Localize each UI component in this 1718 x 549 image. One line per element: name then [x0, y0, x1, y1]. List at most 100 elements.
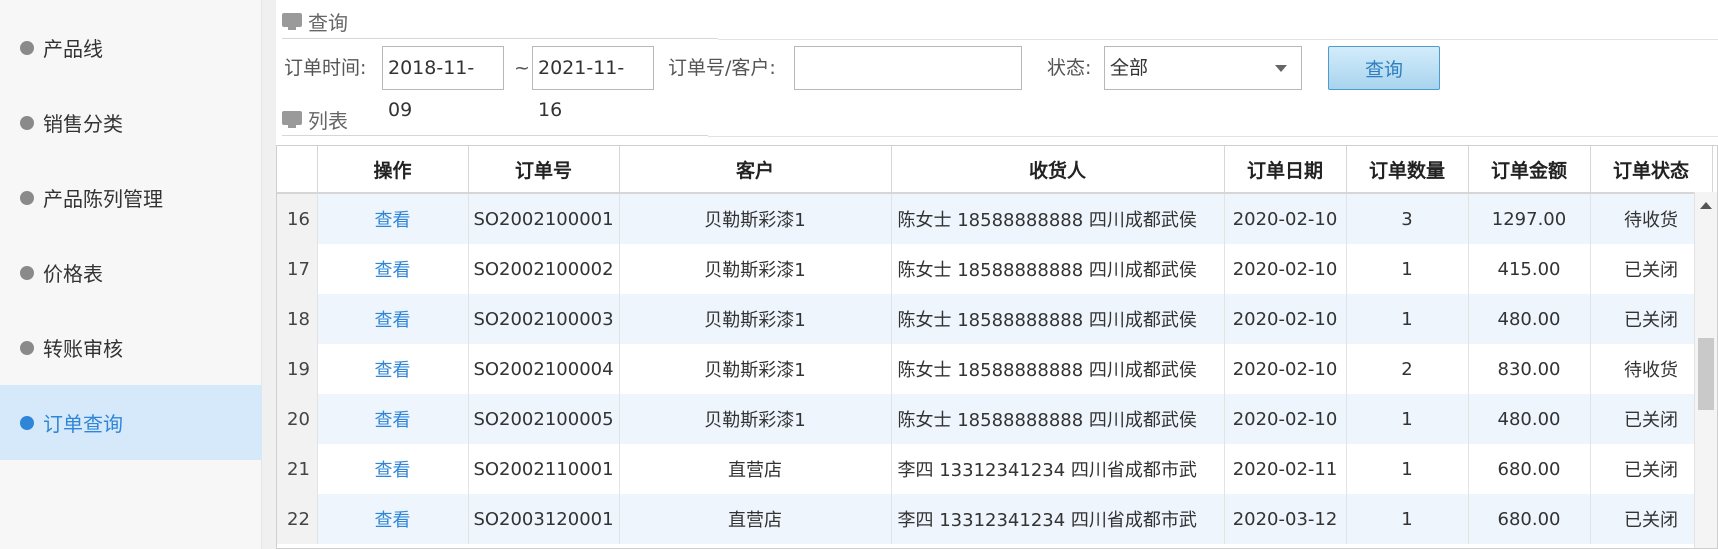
quantity-cell: 1	[1346, 494, 1469, 544]
customer-cell: 贝勒斯彩漆1	[619, 244, 892, 294]
customer-cell: 贝勒斯彩漆1	[619, 193, 892, 244]
amount-cell: 480.00	[1468, 294, 1591, 344]
view-link[interactable]: 查看	[317, 294, 469, 344]
table-row: 20 查看 SO2002100005 贝勒斯彩漆1 陈女士 1858888888…	[277, 394, 1713, 444]
monitor-icon	[282, 13, 302, 30]
bullet-icon	[20, 115, 34, 130]
row-number: 19	[277, 344, 318, 394]
quantity-cell: 2	[1346, 344, 1469, 394]
status-select[interactable]: 全部	[1104, 46, 1302, 90]
order-customer-input[interactable]	[794, 46, 1022, 90]
row-number: 16	[277, 193, 318, 244]
bullet-icon	[20, 190, 34, 205]
amount-cell: 480.00	[1468, 394, 1591, 444]
view-link[interactable]: 查看	[317, 444, 469, 494]
receiver-cell: 李四 13312341234 四川省成都市武	[891, 494, 1225, 544]
customer-cell: 贝勒斯彩漆1	[619, 394, 892, 444]
scrollbar-thumb[interactable]	[1698, 338, 1714, 410]
sidebar-item-product-line[interactable]: 产品线	[0, 10, 262, 85]
customer-cell: 贝勒斯彩漆1	[619, 344, 892, 394]
amount-cell: 415.00	[1468, 244, 1591, 294]
chevron-down-icon	[1275, 65, 1287, 72]
view-link[interactable]: 查看	[317, 494, 469, 544]
bullet-icon	[20, 415, 34, 430]
column-header-order-no: 订单号	[468, 146, 620, 194]
status-selected-value: 全部	[1110, 57, 1149, 79]
amount-cell: 1297.00	[1468, 193, 1591, 244]
scroll-up-arrow-icon[interactable]	[1700, 202, 1712, 209]
sidebar-item-product-display[interactable]: 产品陈列管理	[0, 160, 262, 235]
sidebar-item-label: 销售分类	[43, 112, 123, 136]
query-section-header: 查询	[282, 6, 348, 36]
receiver-cell: 陈女士 18588888888 四川成都武侯	[891, 344, 1225, 394]
date-range-separator: ~	[514, 57, 530, 79]
panel-divider	[262, 0, 276, 549]
column-header-order-date: 订单日期	[1224, 146, 1347, 194]
sidebar-item-label: 转账审核	[43, 337, 123, 361]
status-label: 状态:	[1047, 57, 1092, 79]
table-row: 18 查看 SO2002100003 贝勒斯彩漆1 陈女士 1858888888…	[277, 294, 1713, 344]
sidebar-item-label: 产品陈列管理	[43, 187, 163, 211]
order-date-cell: 2020-02-10	[1224, 394, 1347, 444]
sidebar-item-label: 价格表	[43, 262, 103, 286]
receiver-cell: 陈女士 18588888888 四川成都武侯	[891, 294, 1225, 344]
column-header-quantity: 订单数量	[1346, 146, 1469, 194]
sidebar-item-sales-category[interactable]: 销售分类	[0, 85, 262, 160]
order-number-cell: SO2002100002	[468, 244, 620, 294]
sidebar-item-label: 订单查询	[43, 412, 123, 436]
receiver-cell: 陈女士 18588888888 四川成都武侯	[891, 244, 1225, 294]
column-header-action: 操作	[317, 146, 469, 194]
order-number-cell: SO2002110001	[468, 444, 620, 494]
table-row: 16 查看 SO2002100001 贝勒斯彩漆1 陈女士 1858888888…	[277, 193, 1713, 244]
section-divider	[282, 135, 708, 136]
monitor-icon	[282, 111, 302, 128]
order-date-cell: 2020-02-10	[1224, 294, 1347, 344]
sidebar: 产品线 销售分类 产品陈列管理 价格表 转账审核 订单查询	[0, 0, 262, 549]
order-number-cell: SO2002100005	[468, 394, 620, 444]
app-window: 产品线 销售分类 产品陈列管理 价格表 转账审核 订单查询 查询 订单时间: 2	[0, 0, 1718, 549]
quantity-cell: 3	[1346, 193, 1469, 244]
order-number-cell: SO2002100003	[468, 294, 620, 344]
quantity-cell: 1	[1346, 394, 1469, 444]
view-link[interactable]: 查看	[317, 344, 469, 394]
order-date-cell: 2020-03-12	[1224, 494, 1347, 544]
order-customer-label: 订单号/客户:	[668, 57, 776, 79]
order-number-cell: SO2002100004	[468, 344, 620, 394]
table-row: 21 查看 SO2002110001 直营店 李四 13312341234 四川…	[277, 444, 1713, 494]
order-date-cell: 2020-02-10	[1224, 244, 1347, 294]
order-date-cell: 2020-02-10	[1224, 193, 1347, 244]
order-date-cell: 2020-02-11	[1224, 444, 1347, 494]
sidebar-item-price-list[interactable]: 价格表	[0, 235, 262, 310]
order-number-cell: SO2002100001	[468, 193, 620, 244]
sidebar-item-order-query[interactable]: 订单查询	[0, 385, 262, 460]
table-row: 17 查看 SO2002100002 贝勒斯彩漆1 陈女士 1858888888…	[277, 244, 1713, 294]
view-link[interactable]: 查看	[317, 394, 469, 444]
receiver-cell: 陈女士 18588888888 四川成都武侯	[891, 394, 1225, 444]
amount-cell: 830.00	[1468, 344, 1591, 394]
table-row: 19 查看 SO2002100004 贝勒斯彩漆1 陈女士 1858888888…	[277, 344, 1713, 394]
query-button[interactable]: 查询	[1328, 46, 1440, 90]
bullet-icon	[20, 340, 34, 355]
customer-cell: 直营店	[619, 444, 892, 494]
view-link[interactable]: 查看	[317, 244, 469, 294]
column-header-amount: 订单金额	[1468, 146, 1591, 194]
row-number: 22	[277, 494, 318, 544]
quantity-cell: 1	[1346, 244, 1469, 294]
section-divider	[708, 136, 1718, 137]
customer-cell: 直营店	[619, 494, 892, 544]
end-date-input[interactable]: 2021-11-16	[532, 46, 654, 121]
order-time-label: 订单时间:	[284, 57, 367, 79]
bullet-icon	[20, 40, 34, 55]
orders-table: 操作 订单号 客户 收货人 订单日期 订单数量 订单金额 订单状态 16 查看 …	[276, 145, 1718, 549]
section-divider	[282, 38, 718, 39]
list-section-header: 列表	[282, 104, 348, 134]
row-number: 21	[277, 444, 318, 494]
row-number: 18	[277, 294, 318, 344]
sidebar-item-transfer-review[interactable]: 转账审核	[0, 310, 262, 385]
receiver-cell: 李四 13312341234 四川省成都市武	[891, 444, 1225, 494]
orders-grid: 操作 订单号 客户 收货人 订单日期 订单数量 订单金额 订单状态 16 查看 …	[277, 146, 1713, 544]
table-scrollbar[interactable]	[1694, 192, 1717, 548]
view-link[interactable]: 查看	[317, 193, 469, 244]
start-date-input[interactable]: 2018-11-09	[382, 46, 504, 121]
sidebar-item-label: 产品线	[43, 37, 103, 61]
